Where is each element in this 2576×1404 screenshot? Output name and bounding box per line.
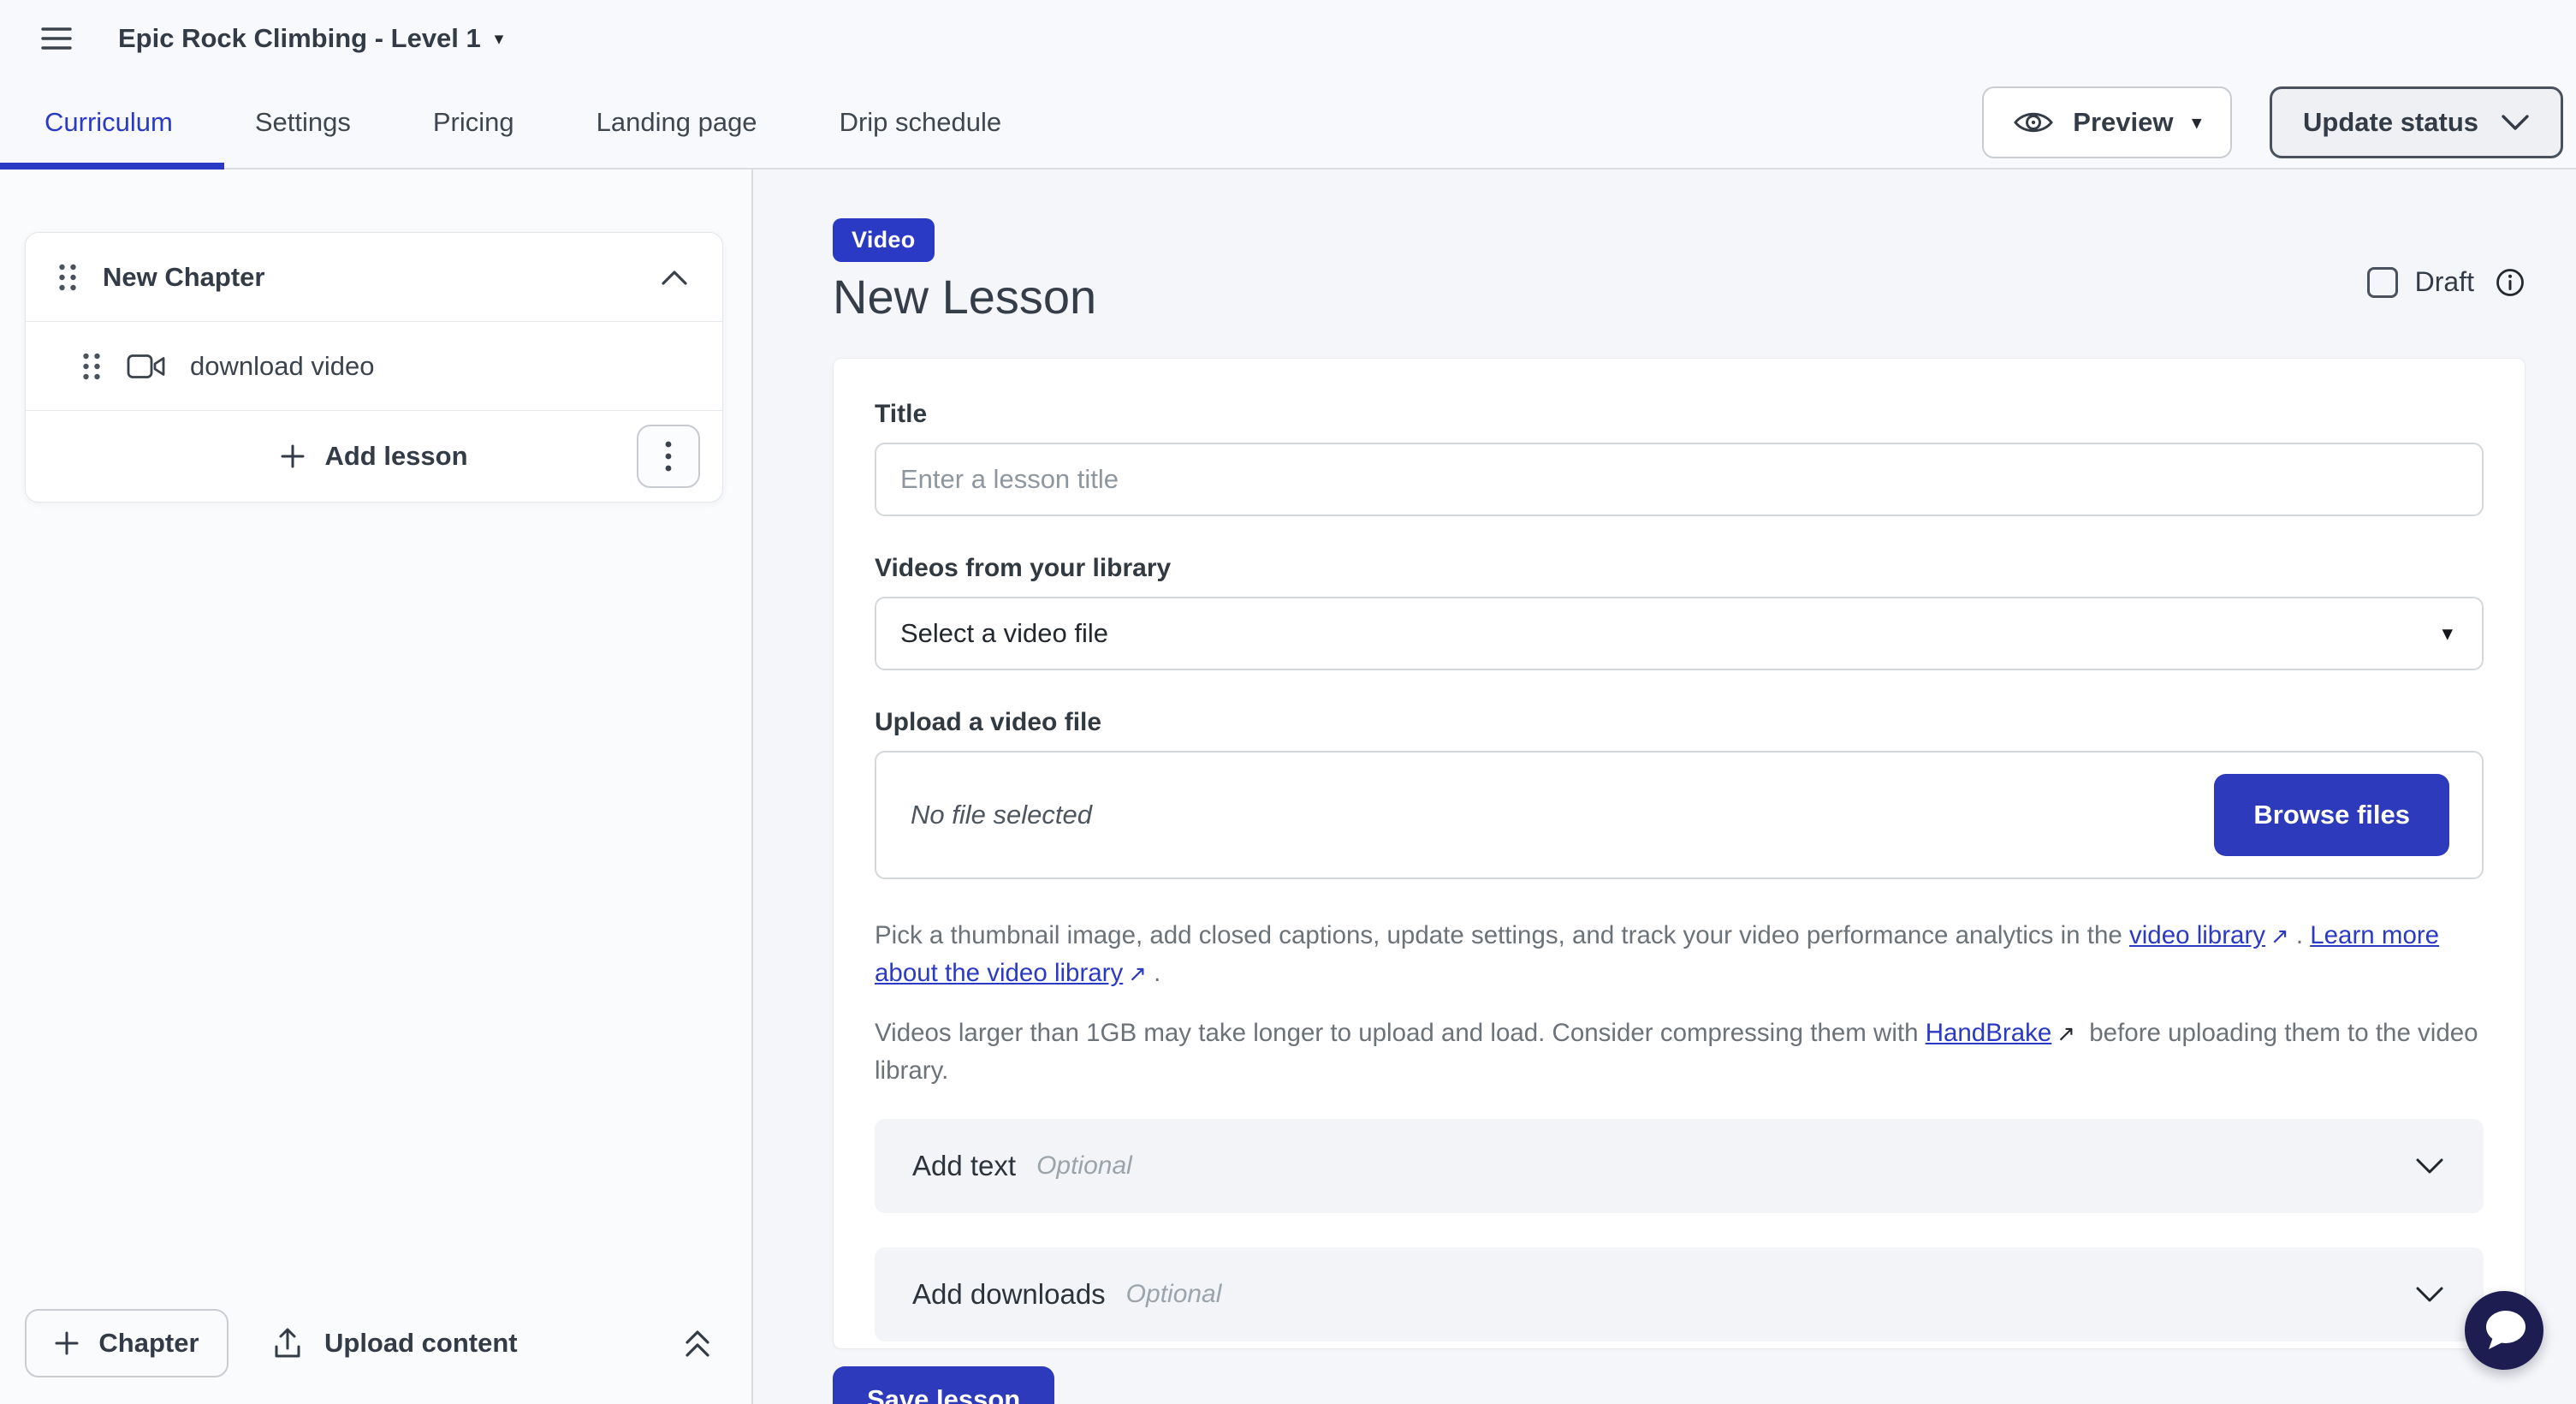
upload-content-button[interactable]: Upload content — [273, 1326, 518, 1360]
lesson-title-input[interactable] — [875, 443, 2484, 516]
tab-bar: Curriculum Settings Pricing Landing page… — [0, 77, 2576, 170]
add-downloads-label: Add downloads — [912, 1278, 1106, 1311]
upload-content-label: Upload content — [324, 1328, 518, 1359]
video-library-link[interactable]: video library — [2129, 921, 2265, 949]
lesson-editor: Video New Lesson Draft Title Vide — [753, 170, 2576, 1404]
help-text: . — [1154, 959, 1160, 987]
video-library-label: Videos from your library — [875, 554, 2484, 583]
add-lesson-label: Add lesson — [324, 441, 467, 472]
add-lesson-button[interactable]: Add lesson — [280, 441, 467, 472]
caret-down-icon: ▾ — [2192, 114, 2201, 132]
lesson-header: Video New Lesson Draft — [833, 218, 2526, 324]
preview-button[interactable]: Preview ▾ — [1982, 86, 2232, 158]
add-chapter-label: Chapter — [98, 1328, 199, 1359]
lesson-title: download video — [190, 351, 374, 382]
chevron-up-icon[interactable] — [661, 269, 688, 286]
course-title-text: Epic Rock Climbing - Level 1 — [118, 23, 481, 54]
upload-field: Upload a video file No file selected Bro… — [875, 708, 2484, 879]
help-text: Videos larger than 1GB may take longer t… — [875, 1019, 1926, 1047]
video-library-field: Videos from your library Select a video … — [875, 554, 2484, 670]
draft-toggle-group: Draft — [2367, 266, 2526, 298]
chat-bubble-icon — [2481, 1308, 2527, 1353]
chapter-header: New Chapter — [26, 233, 722, 322]
chat-widget-button[interactable] — [2465, 1291, 2543, 1370]
course-title-dropdown[interactable]: Epic Rock Climbing - Level 1 ▾ — [118, 23, 503, 54]
video-library-selected-value: Select a video file — [900, 618, 1108, 649]
title-field-label: Title — [875, 400, 2484, 429]
hamburger-menu-icon[interactable] — [38, 20, 75, 57]
no-file-text: No file selected — [911, 800, 1092, 830]
external-link-icon[interactable]: ↗ — [2270, 923, 2289, 949]
browse-files-button[interactable]: Browse files — [2214, 774, 2449, 856]
chevron-down-icon — [2415, 1157, 2444, 1175]
draft-checkbox[interactable] — [2367, 267, 2398, 298]
chapter-footer: Add lesson — [26, 411, 722, 502]
update-status-button[interactable]: Update status — [2270, 86, 2563, 158]
file-upload-box: No file selected Browse files — [875, 751, 2484, 879]
compression-help-text: Videos larger than 1GB may take longer t… — [875, 1014, 2484, 1090]
drag-handle-icon[interactable] — [82, 352, 101, 381]
lesson-type-badge: Video — [833, 218, 935, 262]
optional-hint: Optional — [1036, 1151, 1132, 1181]
video-library-select[interactable]: Select a video file ▾ — [875, 597, 2484, 670]
tab-drip-schedule[interactable]: Drip schedule — [840, 107, 1002, 138]
save-lesson-button[interactable]: Save lesson — [833, 1366, 1054, 1404]
lesson-form-card: Title Videos from your library Select a … — [833, 358, 2526, 1349]
info-icon[interactable] — [2495, 267, 2526, 298]
chevron-down-icon — [2501, 114, 2530, 131]
title-field: Title — [875, 400, 2484, 516]
external-link-icon[interactable]: ↗ — [1128, 961, 1147, 986]
optional-hint: Optional — [1126, 1280, 1222, 1309]
update-status-label: Update status — [2303, 107, 2478, 138]
handbrake-link[interactable]: HandBrake — [1926, 1019, 2052, 1047]
chapter-title: New Chapter — [103, 262, 264, 293]
drag-handle-icon[interactable] — [58, 263, 77, 292]
add-downloads-accordion[interactable]: Add downloads Optional — [875, 1247, 2484, 1342]
external-link-icon[interactable]: ↗ — [2057, 1020, 2075, 1046]
upload-icon — [273, 1326, 302, 1360]
chapter-kebab-menu-button[interactable] — [637, 425, 700, 488]
add-text-accordion[interactable]: Add text Optional — [875, 1119, 2484, 1213]
active-tab-underline — [0, 163, 224, 170]
page-body: New Chapter download video — [0, 170, 2576, 1404]
top-bar: Epic Rock Climbing - Level 1 ▾ — [0, 0, 2576, 77]
upload-field-label: Upload a video file — [875, 708, 2484, 737]
draft-label: Draft — [2415, 266, 2474, 298]
add-chapter-button[interactable]: Chapter — [25, 1309, 229, 1377]
collapse-all-icon[interactable] — [681, 1325, 714, 1361]
tab-landing-page[interactable]: Landing page — [597, 107, 757, 138]
eye-icon — [2013, 108, 2054, 137]
preview-label: Preview — [2073, 107, 2173, 138]
header-actions: Preview ▾ Update status — [1982, 86, 2563, 158]
caret-down-icon: ▾ — [2442, 621, 2453, 646]
tab-curriculum[interactable]: Curriculum — [45, 107, 173, 138]
sidebar-footer: Chapter Upload content — [0, 1282, 751, 1404]
chapter-card: New Chapter download video — [25, 232, 723, 503]
add-text-label: Add text — [912, 1150, 1016, 1182]
video-camera-icon — [127, 353, 166, 380]
help-text: Pick a thumbnail image, add closed capti… — [875, 921, 2129, 949]
tab-settings[interactable]: Settings — [255, 107, 351, 138]
curriculum-sidebar: New Chapter download video — [0, 170, 753, 1404]
video-library-help-text: Pick a thumbnail image, add closed capti… — [875, 917, 2484, 992]
caret-down-icon: ▾ — [495, 30, 504, 48]
tabs: Curriculum Settings Pricing Landing page… — [45, 107, 1001, 138]
chevron-down-icon — [2415, 1286, 2444, 1303]
plus-icon — [280, 443, 306, 469]
tab-pricing[interactable]: Pricing — [433, 107, 514, 138]
plus-icon — [54, 1330, 80, 1356]
page-title: New Lesson — [833, 269, 1096, 324]
help-text: . — [2296, 921, 2310, 949]
lesson-row[interactable]: download video — [26, 322, 722, 411]
